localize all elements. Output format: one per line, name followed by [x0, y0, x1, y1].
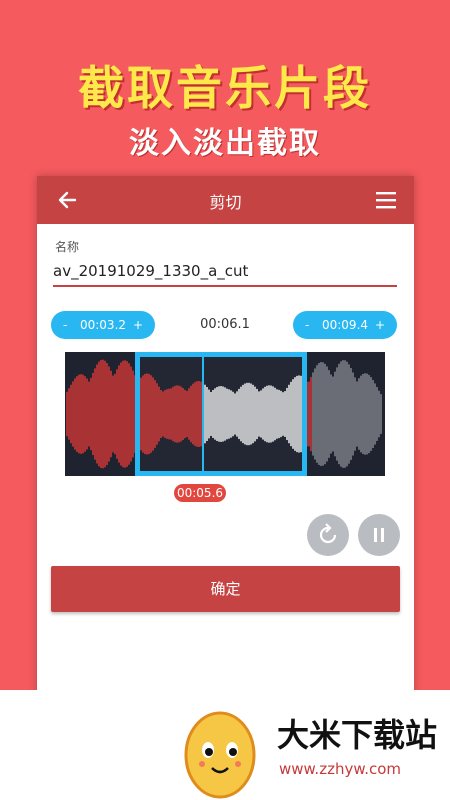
reset-icon — [319, 523, 337, 544]
promo-title: 截取音乐片段 — [78, 61, 372, 115]
hamburger-menu-icon[interactable] — [374, 188, 398, 212]
name-label: 名称 — [55, 240, 80, 254]
filename-input[interactable]: av_20191029_1330_a_cut — [53, 262, 397, 287]
brand-banner: 大米下载站 www.zzhyw.com — [0, 690, 450, 800]
page-title: 剪切 — [209, 193, 242, 212]
end-increment-button[interactable]: + — [375, 318, 385, 332]
promo-subtitle: 淡入淡出截取 — [129, 126, 321, 161]
selection-region[interactable] — [135, 352, 307, 476]
waveform-view[interactable] — [65, 352, 385, 476]
pause-button[interactable] — [358, 514, 400, 556]
reset-button[interactable] — [307, 514, 349, 556]
start-time-stepper: - 00:03.2 + — [51, 311, 155, 339]
pause-icon — [374, 528, 384, 542]
playhead-marker[interactable] — [202, 352, 204, 476]
mascot-logo-icon — [184, 711, 256, 799]
phone-screen: 剪切 名称 av_20191029_1330_a_cut - 00:03.2 +… — [37, 176, 414, 716]
start-increment-button[interactable]: + — [133, 318, 143, 332]
end-time-stepper: - 00:09.4 + — [293, 311, 397, 339]
brand-url: www.zzhyw.com — [279, 760, 402, 778]
brand-name: 大米下载站 — [277, 716, 438, 754]
selection-duration: 00:06.1 — [200, 317, 250, 332]
playhead-time-badge: 00:05.6 — [174, 484, 226, 502]
confirm-button[interactable]: 确定 — [51, 566, 400, 612]
app-bar: 剪切 — [37, 176, 414, 224]
